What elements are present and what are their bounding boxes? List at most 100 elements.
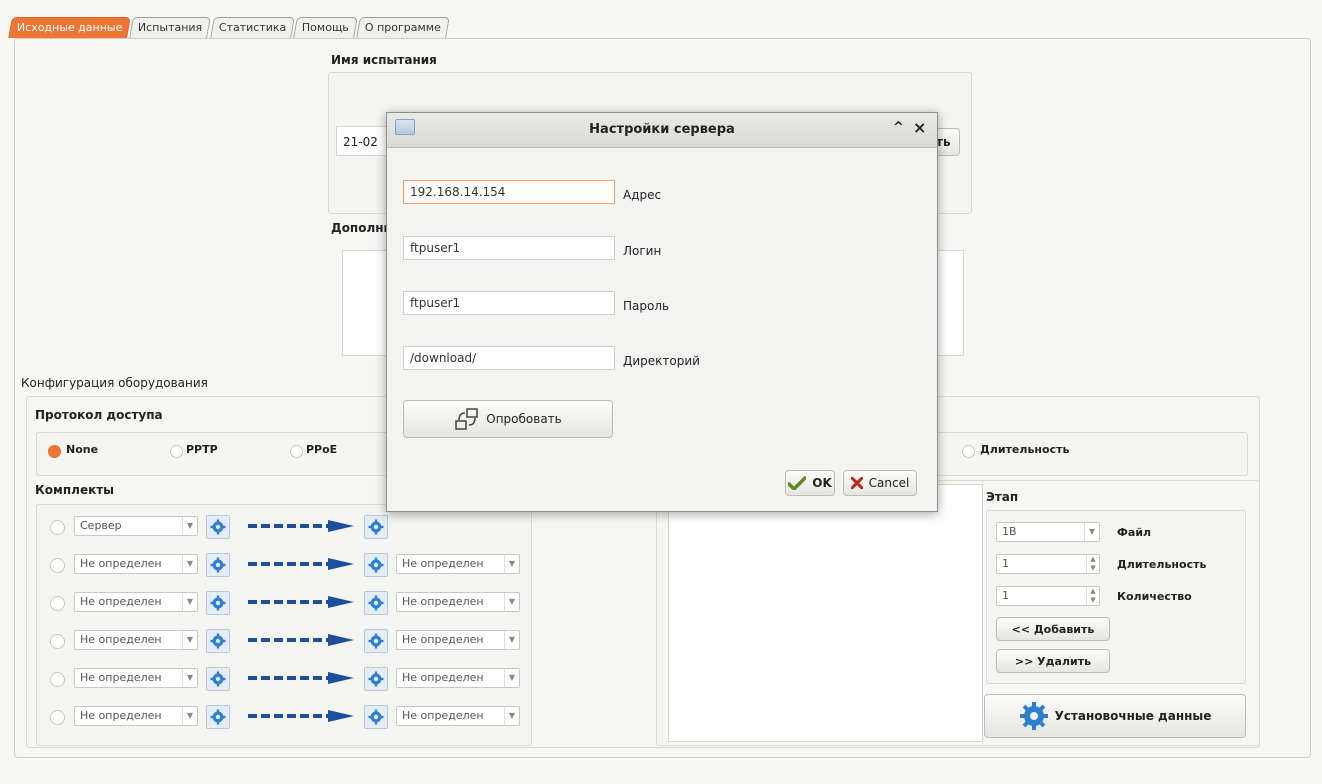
kit-left-select[interactable]: Не определен ▼ — [74, 592, 198, 612]
radio-ppoe[interactable] — [290, 445, 303, 458]
kit-left-settings-button[interactable] — [206, 667, 230, 691]
tab-bar: Исходные данные Испытания Статистика Пом… — [8, 16, 450, 38]
kit-left-settings-button[interactable] — [206, 553, 230, 577]
maximize-icon[interactable]: ^ — [893, 120, 904, 135]
login-label: Логин — [623, 244, 662, 258]
kit-right-value: Не определен — [402, 633, 484, 646]
kit-left-settings-button[interactable] — [206, 705, 230, 729]
kit-right-value: Не определен — [402, 595, 484, 608]
radio-ppoe-label: PPoE — [306, 443, 338, 456]
tab-statistics[interactable]: Статистика — [209, 17, 295, 38]
install-data-label: Установочные данные — [1054, 709, 1212, 723]
chevron-down-icon: ▼ — [504, 555, 519, 573]
test-connection-button[interactable]: Опробовать — [403, 400, 613, 438]
kit-right-select[interactable]: Не определен ▼ — [396, 592, 520, 612]
kit-left-value: Не определен — [80, 595, 162, 608]
kit-right-value: Не определен — [402, 709, 484, 722]
ok-label: OK — [812, 476, 832, 490]
kit-checkbox[interactable] — [50, 520, 65, 535]
kit-left-value: Не определен — [80, 709, 162, 722]
kit-checkbox[interactable] — [50, 672, 65, 687]
gear-icon — [368, 595, 384, 611]
kit-left-settings-button[interactable] — [206, 629, 230, 653]
equipment-label: Конфигурация оборудования — [21, 376, 208, 390]
arrow-right-icon — [248, 672, 354, 684]
kit-left-value: Не определен — [80, 671, 162, 684]
stage-list[interactable] — [668, 484, 983, 742]
dialog-title: Настройки сервера — [589, 122, 735, 137]
kit-right-value: Не определен — [402, 557, 484, 570]
tab-help[interactable]: Помощь — [293, 17, 358, 38]
ok-button[interactable]: OK — [785, 470, 835, 496]
gear-icon — [210, 709, 226, 725]
kit-right-settings-button[interactable] — [364, 591, 388, 615]
password-input[interactable]: ftpuser1 — [403, 291, 615, 315]
kit-right-settings-button[interactable] — [364, 553, 388, 577]
kit-left-select[interactable]: Сервер ▼ — [74, 516, 198, 536]
kits-label: Комплекты — [35, 483, 115, 497]
file-select[interactable]: 1В ▼ — [996, 522, 1100, 542]
tab-tests[interactable]: Испытания — [129, 17, 212, 38]
radio-duration[interactable] — [962, 445, 975, 458]
server-settings-dialog: Настройки сервера ^ × 192.168.14.154 Адр… — [386, 112, 938, 512]
kit-left-select[interactable]: Не определен ▼ — [74, 554, 198, 574]
extra-label: Дополни — [331, 221, 392, 235]
gear-icon — [1019, 702, 1048, 730]
gear-icon — [210, 671, 226, 687]
kit-right-select[interactable]: Не определен ▼ — [396, 668, 520, 688]
tab-about[interactable]: О программе — [356, 17, 450, 38]
login-input[interactable]: ftpuser1 — [403, 236, 615, 260]
gear-icon — [210, 595, 226, 611]
close-icon[interactable]: × — [913, 118, 926, 137]
spin-arrows-icon: ▲ ▼ — [1086, 555, 1099, 573]
kit-left-select[interactable]: Не определен ▼ — [74, 630, 198, 650]
address-input[interactable]: 192.168.14.154 — [403, 180, 615, 204]
kit-checkbox[interactable] — [50, 710, 65, 725]
cancel-label: Cancel — [868, 476, 910, 490]
arrow-right-icon — [248, 558, 354, 570]
arrow-right-icon — [248, 520, 354, 532]
spin-arrows-icon: ▲ ▼ — [1086, 587, 1099, 605]
directory-input[interactable]: /download/ — [403, 346, 615, 370]
kit-left-settings-button[interactable] — [206, 515, 230, 539]
chevron-down-icon: ▼ — [182, 593, 197, 611]
remove-stage-button[interactable]: >> Удалить — [996, 649, 1110, 673]
kit-right-settings-button[interactable] — [364, 667, 388, 691]
kit-right-select[interactable]: Не определен ▼ — [396, 706, 520, 726]
kit-right-settings-button[interactable] — [364, 705, 388, 729]
kit-left-select[interactable]: Не определен ▼ — [74, 706, 198, 726]
gear-icon — [210, 633, 226, 649]
dialog-titlebar[interactable]: Настройки сервера ^ × — [387, 113, 937, 148]
add-stage-button[interactable]: << Добавить — [996, 617, 1110, 641]
cancel-button[interactable]: Cancel — [843, 470, 917, 496]
radio-pptp[interactable] — [170, 445, 183, 458]
tab-source-data[interactable]: Исходные данные — [8, 17, 132, 38]
kit-checkbox[interactable] — [50, 596, 65, 611]
chevron-down-icon: ▼ — [504, 631, 519, 649]
radio-none-label: None — [66, 443, 99, 456]
gear-icon — [368, 557, 384, 573]
arrow-right-icon — [248, 596, 354, 608]
radio-duration-label: Длительность — [980, 443, 1070, 456]
kit-checkbox[interactable] — [50, 558, 65, 573]
kit-checkbox[interactable] — [50, 634, 65, 649]
kit-left-select[interactable]: Не определен ▼ — [74, 668, 198, 688]
test-connection-label: Опробовать — [486, 412, 562, 426]
count-spinbox[interactable]: 1 ▲ ▼ — [996, 586, 1100, 606]
radio-none[interactable] — [48, 445, 61, 458]
chevron-down-icon: ▼ — [182, 631, 197, 649]
chevron-down-icon: ▼ — [504, 669, 519, 687]
gear-icon — [210, 519, 226, 535]
kit-right-select[interactable]: Не определен ▼ — [396, 554, 520, 574]
kit-right-settings-button[interactable] — [364, 515, 388, 539]
duration-spinbox[interactable]: 1 ▲ ▼ — [996, 554, 1100, 574]
gear-icon — [368, 671, 384, 687]
password-label: Пароль — [623, 299, 670, 313]
install-data-button[interactable]: Установочные данные — [984, 694, 1246, 738]
kit-left-settings-button[interactable] — [206, 591, 230, 615]
gear-icon — [368, 633, 384, 649]
kit-right-settings-button[interactable] — [364, 629, 388, 653]
kit-right-select[interactable]: Не определен ▼ — [396, 630, 520, 650]
gear-icon — [210, 557, 226, 573]
directory-label: Директорий — [623, 354, 700, 368]
